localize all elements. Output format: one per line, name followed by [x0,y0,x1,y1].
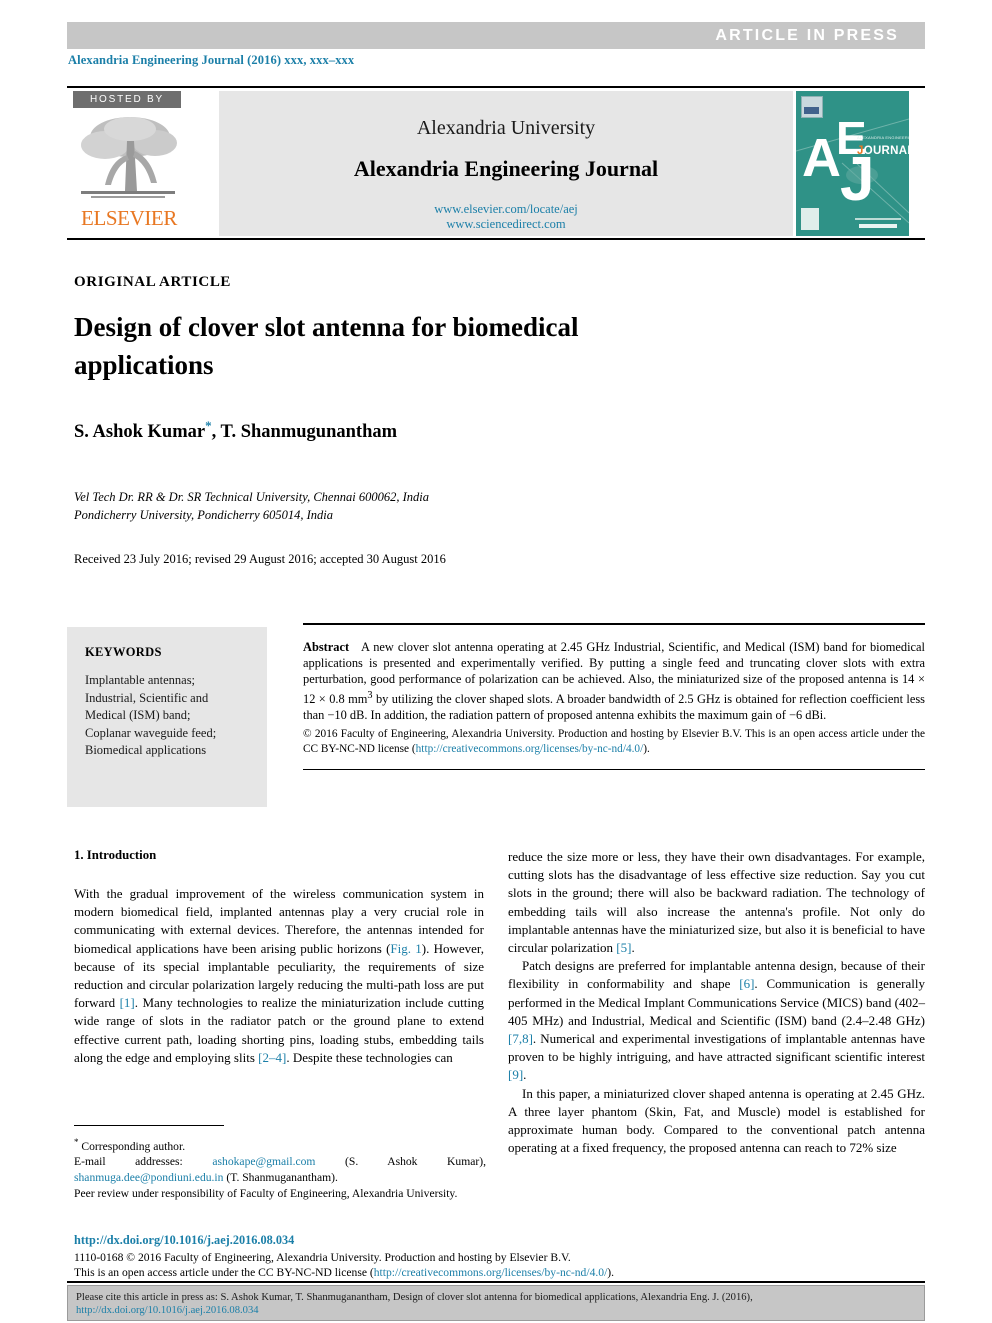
elsevier-tree-svg [81,117,177,198]
section-heading-introduction: 1. Introduction [74,848,157,862]
body-right-column: reduce the size more or less, they have … [508,848,925,1157]
abstract-text-part2: by utilizing the clover shaped slots. A … [303,691,925,723]
abstract-bottom-rule [303,768,925,771]
email-owner-1: (S. Ashok Kumar), [345,1155,487,1169]
affiliation-2: Pondicherry University, Pondicherry 6050… [74,508,333,522]
journal-title-panel: Alexandria University Alexandria Enginee… [219,91,793,236]
cite-doi-link[interactable]: http://dx.doi.org/10.1016/j.aej.2016.08.… [76,1304,916,1317]
keywords-heading: KEYWORDS [85,645,162,659]
email-link-2[interactable]: shanmuga.dee@pondiuni.edu.in [74,1171,223,1184]
elsevier-logo-block: HOSTED BY ELSEVIER [69,91,191,237]
keywords-box: KEYWORDS Implantable antennas; Industria… [67,627,267,807]
footnote-block: * Corresponding author. E-mail addresses… [74,1125,486,1201]
reference-link-5[interactable]: [5] [616,940,631,955]
cover-bottom-line [855,218,901,220]
article-in-press-band: ARTICLE IN PRESS [67,22,925,49]
cite-text: Please cite this article in press as: S.… [76,1292,753,1303]
author-affiliations: Vel Tech Dr. RR & Dr. SR Technical Unive… [74,488,429,524]
masthead-bottom-rule [67,238,925,240]
author-list: S. Ashok Kumar*, T. Shanmugunantham [74,418,397,443]
reference-link-9[interactable]: [9] [508,1067,523,1082]
cover-bottom-line-2 [859,224,897,228]
article-page: ARTICLE IN PRESS Alexandria Engineering … [0,0,992,1323]
footnote-rule [74,1125,224,1126]
reference-link-2-4[interactable]: [2–4] [258,1050,286,1065]
abstract-section: Abstract A new clover slot antenna opera… [303,623,925,771]
keyword-item: Medical (ISM) band; [85,708,191,722]
sciencedirect-link[interactable]: www.sciencedirect.com [219,217,793,232]
license-pre: This is an open access article under the… [74,1266,374,1279]
email-link-1[interactable]: ashokape@gmail.com [212,1155,315,1168]
article-type-label: ORIGINAL ARTICLE [74,274,232,290]
abstract-top-rule [303,623,925,625]
article-history-dates: Received 23 July 2016; revised 29 August… [74,552,446,566]
right-p2-c: . Numerical and experimental investigati… [508,1031,925,1065]
page-bottom-rule [67,1281,925,1283]
abstract-copyright: © 2016 Faculty of Engineering, Alexandri… [303,727,925,757]
keyword-item: Coplanar waveguide feed; [85,725,217,740]
article-in-press-label: ARTICLE IN PRESS [715,27,899,44]
abstract-text: Abstract A new clover slot antenna opera… [303,639,925,724]
intro-paragraph-1: With the gradual improvement of the wire… [74,885,484,1067]
email-addresses-note: E-mail addresses: ashokape@gmail.com (S.… [74,1154,486,1185]
intro-paragraph-2: Patch designs are preferred for implanta… [508,957,925,1084]
intro-p1-d: . Despite these technologies can [286,1049,453,1065]
journal-links: www.elsevier.com/locate/aej www.scienced… [219,202,793,232]
cover-bottom-left-box [801,208,819,230]
journal-masthead: HOSTED BY ELSEVIER Alexandria University… [67,86,925,240]
right-p2-d: . [523,1067,527,1083]
license-line: This is an open access article under the… [74,1265,814,1280]
keyword-item: Implantable antennas; [85,673,196,687]
elsevier-tree-icon [75,111,181,203]
reference-link-6[interactable]: [6] [739,976,754,991]
keyword-item: Industrial, Scientific and [85,690,209,705]
body-left-column: 1. Introduction With the gradual improve… [74,848,484,1067]
issn-line: 1110-0168 © 2016 Faculty of Engineering,… [74,1251,571,1264]
copyright-text-post: ). [643,742,650,755]
page-title: Design of clover slot antenna for biomed… [74,312,579,380]
reference-link-1[interactable]: [1] [120,995,135,1010]
figure-1-link[interactable]: Fig. 1 [390,941,421,956]
university-name: Alexandria University [416,117,596,139]
intro-paragraph-3: In this paper, a miniaturized clover sha… [508,1085,925,1156]
hosted-by-badge: HOSTED BY [73,91,181,108]
cc-license-link[interactable]: http://creativecommons.org/licenses/by-n… [416,743,644,755]
corresponding-author-note: * Corresponding author. [74,1135,486,1154]
author-first: S. Ashok Kumar [74,422,206,443]
masthead-top-rule [67,86,925,88]
keyword-item: Biomedical applications [85,743,207,757]
abstract-label: Abstract [303,639,350,654]
journal-reference-line: Alexandria Engineering Journal (2016) xx… [68,53,355,67]
cite-this-article-box: Please cite this article in press as: S.… [67,1285,925,1321]
corresponding-author-text: Corresponding author. [81,1139,186,1153]
doi-link[interactable]: http://dx.doi.org/10.1016/j.aej.2016.08.… [74,1233,294,1248]
right-p1-b: . [631,940,635,956]
journal-name: Alexandria Engineering Journal [353,156,659,181]
issn-copyright-block: 1110-0168 © 2016 Faculty of Engineering,… [74,1250,814,1280]
cover-letter-j: J [840,145,875,214]
license-link[interactable]: http://creativecommons.org/licenses/by-n… [374,1266,608,1279]
cover-journal-word: JOURNAL [857,145,909,157]
elsevier-locate-link[interactable]: www.elsevier.com/locate/aej [219,202,793,217]
license-post: ). [607,1266,615,1279]
right-p1-a: reduce the size more or less, they have … [508,849,925,956]
affiliation-1: Vel Tech Dr. RR & Dr. SR Technical Unive… [74,490,429,504]
author-second: , T. Shanmugunantham [211,422,398,443]
elsevier-wordmark: ELSEVIER [81,206,177,230]
cover-journal-word-j: J [857,145,864,157]
intro-paragraph-1-cont: reduce the size more or less, they have … [508,848,925,957]
reference-link-7-8[interactable]: [7,8] [508,1031,533,1046]
cover-tagline: ALEXANDRIA ENGINEERING [857,135,909,140]
footnote-star: * [74,1137,79,1147]
keywords-list: Implantable antennas; Industrial, Scient… [85,672,251,760]
email-owner-2: (T. Shanmuganantham). [226,1171,338,1185]
cover-corner-image [801,96,823,118]
email-label: E-mail addresses: [74,1155,183,1169]
journal-cover-thumbnail: A E J ALEXANDRIA ENGINEERING JOURNAL [796,91,909,236]
peer-review-note: Peer review under responsibility of Facu… [74,1186,458,1200]
cover-journal-word-rest: OURNAL [863,145,909,157]
